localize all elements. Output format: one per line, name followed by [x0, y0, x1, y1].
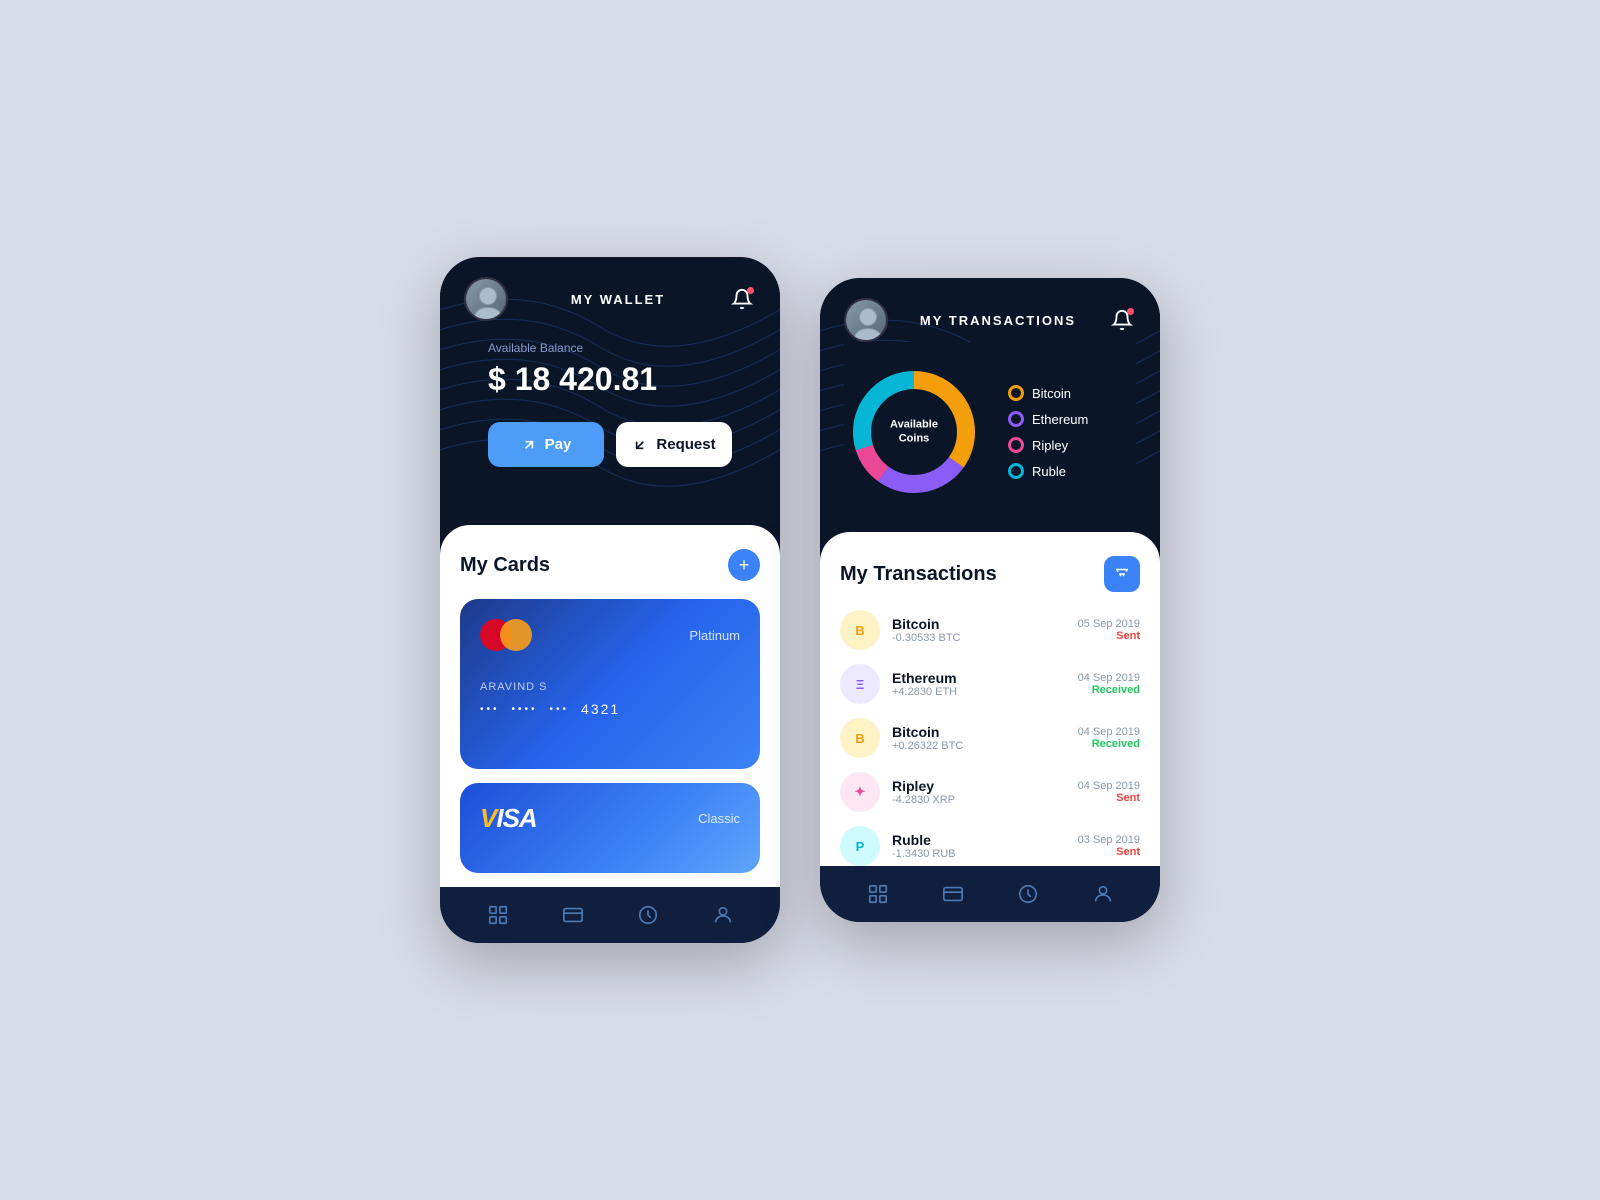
tx-meta-3: 04 Sep 2019 Sent — [1078, 780, 1140, 804]
wallet-phone: MY WALLET Available Balance $ 18 420.81 — [440, 257, 780, 943]
tx-section-title: My Transactions — [840, 563, 997, 586]
tx-meta-0: 05 Sep 2019 Sent — [1078, 618, 1140, 642]
nav-card[interactable] — [559, 901, 587, 929]
tx-item-0[interactable]: B Bitcoin -0.30533 BTC 05 Sep 2019 Sent — [840, 610, 1140, 650]
tx-header-title: MY TRANSACTIONS — [920, 313, 1076, 328]
donut-chart: AvailableCoins — [844, 362, 984, 502]
wallet-title: MY WALLET — [571, 292, 665, 307]
tx-meta-2: 04 Sep 2019 Received — [1078, 726, 1140, 750]
balance-amount: $ 18 420.81 — [488, 361, 732, 398]
tx-meta-4: 03 Sep 2019 Sent — [1078, 834, 1140, 858]
tx-info-1: Ethereum +4.2830 ETH — [892, 670, 1066, 698]
chart-legend: Bitcoin Ethereum Ripley Ruble — [1008, 385, 1088, 479]
tx-nav-history[interactable] — [1014, 880, 1042, 908]
notification-bell[interactable] — [728, 285, 756, 313]
pay-button[interactable]: Pay — [488, 422, 604, 467]
tx-nav-profile[interactable] — [1089, 880, 1117, 908]
transactions-section: My Transactions B Bitcoi — [820, 532, 1160, 866]
tx-notification-bell[interactable] — [1108, 306, 1136, 334]
tx-info-0: Bitcoin -0.30533 BTC — [892, 616, 1066, 644]
tx-meta-1: 04 Sep 2019 Received — [1078, 672, 1140, 696]
card-number: ••• •••• ••• 4321 — [480, 701, 740, 717]
legend-bitcoin-label: Bitcoin — [1032, 386, 1071, 401]
tx-nav-card[interactable] — [939, 880, 967, 908]
tx-icon-2: B — [840, 718, 880, 758]
platinum-card: Platinum ARAVIND S ••• •••• ••• 4321 — [460, 599, 760, 769]
legend-ruble: Ruble — [1008, 463, 1088, 479]
mastercard-logo — [480, 619, 532, 651]
nav-grid[interactable] — [484, 901, 512, 929]
avatar — [464, 277, 508, 321]
tx-bottom-nav — [820, 866, 1160, 922]
tx-avatar — [844, 298, 888, 342]
legend-ripley: Ripley — [1008, 437, 1088, 453]
cards-section: My Cards + Platinum ARAVIND S ••• •••• — [440, 525, 780, 887]
donut-label: AvailableCoins — [890, 418, 938, 447]
legend-ruble-label: Ruble — [1032, 464, 1066, 479]
tx-nav-grid[interactable] — [864, 880, 892, 908]
notification-dot — [747, 287, 754, 294]
visa-card: VISA Classic — [460, 783, 760, 873]
legend-bitcoin: Bitcoin — [1008, 385, 1088, 401]
pay-label: Pay — [545, 436, 572, 453]
tx-item-3[interactable]: ✦ Ripley -4.2830 XRP 04 Sep 2019 Sent — [840, 772, 1140, 812]
tx-icon-0: B — [840, 610, 880, 650]
legend-ethereum-label: Ethereum — [1032, 412, 1088, 427]
tx-item-2[interactable]: B Bitcoin +0.26322 BTC 04 Sep 2019 Recei… — [840, 718, 1140, 758]
transaction-list: B Bitcoin -0.30533 BTC 05 Sep 2019 Sent … — [840, 610, 1140, 866]
balance-label: Available Balance — [488, 341, 732, 355]
wallet-bottom-nav — [440, 887, 780, 943]
visa-logo: VISA — [480, 803, 537, 834]
tx-icon-3: ✦ — [840, 772, 880, 812]
tx-notification-dot — [1127, 308, 1134, 315]
nav-history[interactable] — [634, 901, 662, 929]
card-type-platinum: Platinum — [689, 628, 740, 643]
transactions-phone: MY TRANSACTIONS — [820, 278, 1160, 922]
tx-info-4: Ruble -1.3430 RUB — [892, 832, 1066, 860]
add-card-button[interactable]: + — [728, 549, 760, 581]
request-label: Request — [656, 436, 715, 453]
filter-button[interactable] — [1104, 556, 1140, 592]
tx-info-3: Ripley -4.2830 XRP — [892, 778, 1066, 806]
legend-ripley-label: Ripley — [1032, 438, 1068, 453]
card-type-visa: Classic — [698, 811, 740, 826]
tx-icon-4: P — [840, 826, 880, 866]
tx-icon-1: Ξ — [840, 664, 880, 704]
cards-title: My Cards — [460, 554, 550, 577]
nav-profile[interactable] — [709, 901, 737, 929]
tx-item-1[interactable]: Ξ Ethereum +4.2830 ETH 04 Sep 2019 Recei… — [840, 664, 1140, 704]
request-button[interactable]: Request — [616, 422, 732, 467]
tx-item-4[interactable]: P Ruble -1.3430 RUB 03 Sep 2019 Sent — [840, 826, 1140, 866]
tx-info-2: Bitcoin +0.26322 BTC — [892, 724, 1066, 752]
card-holder-name: ARAVIND S — [480, 681, 740, 693]
legend-ethereum: Ethereum — [1008, 411, 1088, 427]
